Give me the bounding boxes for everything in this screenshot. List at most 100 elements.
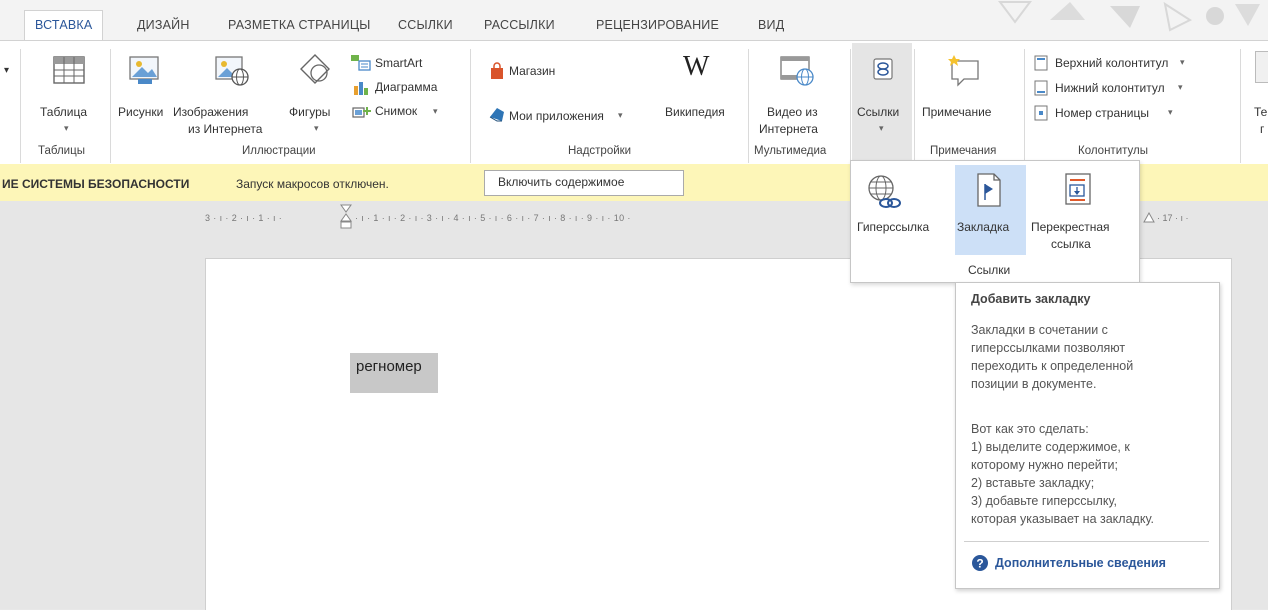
online-pictures-label-2: из Интернета: [188, 122, 263, 136]
comment-label: Примечание: [922, 105, 992, 119]
separator: [110, 49, 111, 163]
tooltip-step-line: 3) добавьте гиперссылку,: [971, 494, 1117, 508]
text-group-partial-label-2: г: [1260, 122, 1265, 136]
smartart-icon: [351, 55, 371, 71]
picture-icon: [129, 56, 159, 84]
tooltip-desc-line: позиции в документе.: [971, 377, 1097, 391]
apps-icon: [489, 108, 504, 122]
wikipedia-label: Википедия: [665, 105, 725, 119]
online-video-icon: [780, 56, 814, 86]
store-label: Магазин: [509, 64, 556, 78]
chevron-down-icon: ▾: [1168, 107, 1173, 117]
security-warning-title: ИЕ СИСТЕМЫ БЕЗОПАСНОСТИ: [2, 177, 190, 191]
online-picture-icon: [215, 56, 249, 86]
ribbon-tab-bar: ВСТАВКА ДИЗАЙН РАЗМЕТКА СТРАНИЦЫ ССЫЛКИ …: [0, 0, 1268, 41]
online-video-label-1: Видео из: [767, 105, 818, 119]
chevron-down-icon: ▾: [618, 110, 623, 120]
tab-mailings[interactable]: РАССЫЛКИ: [484, 11, 555, 40]
separator: [914, 49, 915, 163]
footer-icon: [1034, 80, 1048, 96]
group-label-media: Мультимедиа: [754, 145, 827, 157]
tooltip-divider: [964, 541, 1209, 542]
separator: [20, 49, 21, 163]
store-icon: [491, 62, 503, 79]
link-icon: [873, 58, 893, 80]
group-label-header-footer: Колонтитулы: [1078, 145, 1148, 157]
security-warning-message: Запуск макросов отключен.: [236, 177, 389, 191]
tooltip-step-line: которая указывает на закладку.: [971, 512, 1154, 526]
chart-label: Диаграмма: [375, 80, 438, 94]
tooltip-desc-line: переходить к определенной: [971, 359, 1134, 373]
cross-reference-label-2: ссылка: [1051, 237, 1091, 251]
tooltip-step-line: которому нужно перейти;: [971, 458, 1118, 472]
tooltip-title: Добавить закладку: [971, 292, 1091, 306]
separator: [748, 49, 749, 163]
background-pattern-icon: [998, 1, 1260, 32]
chevron-down-icon: ▾: [64, 123, 69, 133]
enable-content-button[interactable]: Включить содержимое: [484, 170, 684, 196]
separator: [850, 49, 851, 163]
tooltip-step-line: 1) выделите содержимое, к: [971, 440, 1130, 454]
screenshot-label: Снимок: [375, 104, 418, 118]
links-button[interactable]: Ссылки ▾: [852, 43, 912, 163]
tab-view[interactable]: ВИД: [758, 11, 784, 40]
pictures-label: Рисунки: [118, 105, 164, 119]
my-apps-label: Мои приложения: [509, 109, 604, 123]
chevron-down-icon: ▾: [1178, 82, 1183, 92]
tab-layout[interactable]: РАЗМЕТКА СТРАНИЦЫ: [228, 11, 371, 40]
chevron-down-icon: ▾: [433, 106, 438, 116]
selected-text-highlight[interactable]: регномер: [350, 353, 438, 393]
group-label-comments: Примечания: [930, 145, 997, 157]
text-group-partial-label[interactable]: Те: [1254, 104, 1267, 120]
separator: [470, 49, 471, 163]
ribbon-panel: ▾ Таблица ▾ Таблицы Рисунки Изображения …: [0, 40, 1268, 166]
links-group-label: Ссылки: [968, 263, 1011, 277]
ruler-far-ticks: · 17 · ı ·: [1157, 213, 1189, 223]
bookmark-label: Закладка: [957, 220, 1010, 234]
tab-design[interactable]: ДИЗАЙН: [137, 11, 190, 40]
tooltip-desc-line: Закладки в сочетании с: [971, 323, 1108, 337]
online-pictures-label-1: Изображения: [173, 105, 249, 119]
bookmark-icon: [977, 173, 1001, 207]
shapes-label: Фигуры: [289, 105, 331, 119]
footer-label: Нижний колонтитул: [1055, 81, 1165, 95]
tab-insert[interactable]: ВСТАВКА: [24, 10, 104, 41]
page-number-label: Номер страницы: [1055, 106, 1149, 120]
hyperlink-icon: [868, 175, 901, 208]
tooltip-how-title: Вот как это сделать:: [971, 422, 1089, 436]
chevron-down-icon: ▾: [1180, 57, 1185, 67]
more-info-label: Дополнительные сведения: [995, 556, 1166, 570]
links-label: Ссылки: [857, 105, 900, 119]
ruler-left-ticks: 3 · ı · 2 · ı · 1 · ı ·: [205, 213, 283, 223]
help-icon: ?: [972, 555, 988, 571]
online-video-label-2: Интернета: [759, 122, 818, 136]
tooltip-desc-line: гиперссылками позволяют: [971, 341, 1126, 355]
tab-references[interactable]: ССЫЛКИ: [398, 11, 453, 40]
table-label: Таблица: [40, 105, 88, 119]
chevron-down-icon: ▾: [314, 123, 319, 133]
selected-text: регномер: [356, 358, 422, 375]
svg-text:?: ?: [976, 557, 983, 571]
separator: [1240, 49, 1241, 163]
indent-marker-icon[interactable]: [339, 204, 353, 230]
comment-icon: [948, 55, 979, 87]
ruler-right-ticks: · ı · 1 · ı · 2 · ı · 3 · ı · 4 · ı · 5 …: [355, 213, 631, 223]
bar-chart-icon: [354, 82, 368, 95]
wikipedia-icon: W: [683, 51, 710, 82]
separator: [1024, 49, 1025, 163]
page-number-icon: [1034, 105, 1048, 121]
enable-content-label: Включить содержимое: [498, 175, 625, 189]
tooltip-step-line: 2) вставьте закладку;: [971, 476, 1095, 490]
group-label-illustrations: Иллюстрации: [242, 145, 316, 157]
group-label-tables: Таблицы: [38, 145, 85, 157]
overflow-arrow-icon[interactable]: ▾: [4, 63, 9, 79]
shapes-icon: [300, 54, 330, 84]
group-label-addins: Надстройки: [568, 145, 632, 157]
hyperlink-label: Гиперссылка: [857, 220, 930, 234]
smartart-label: SmartArt: [375, 56, 423, 70]
tab-review[interactable]: РЕЦЕНЗИРОВАНИЕ: [596, 11, 719, 40]
cross-reference-label-1: Перекрестная: [1031, 220, 1110, 234]
text-box-icon: [1255, 51, 1268, 83]
screenshot-icon: [352, 107, 371, 118]
chevron-down-icon: ▾: [879, 123, 884, 133]
